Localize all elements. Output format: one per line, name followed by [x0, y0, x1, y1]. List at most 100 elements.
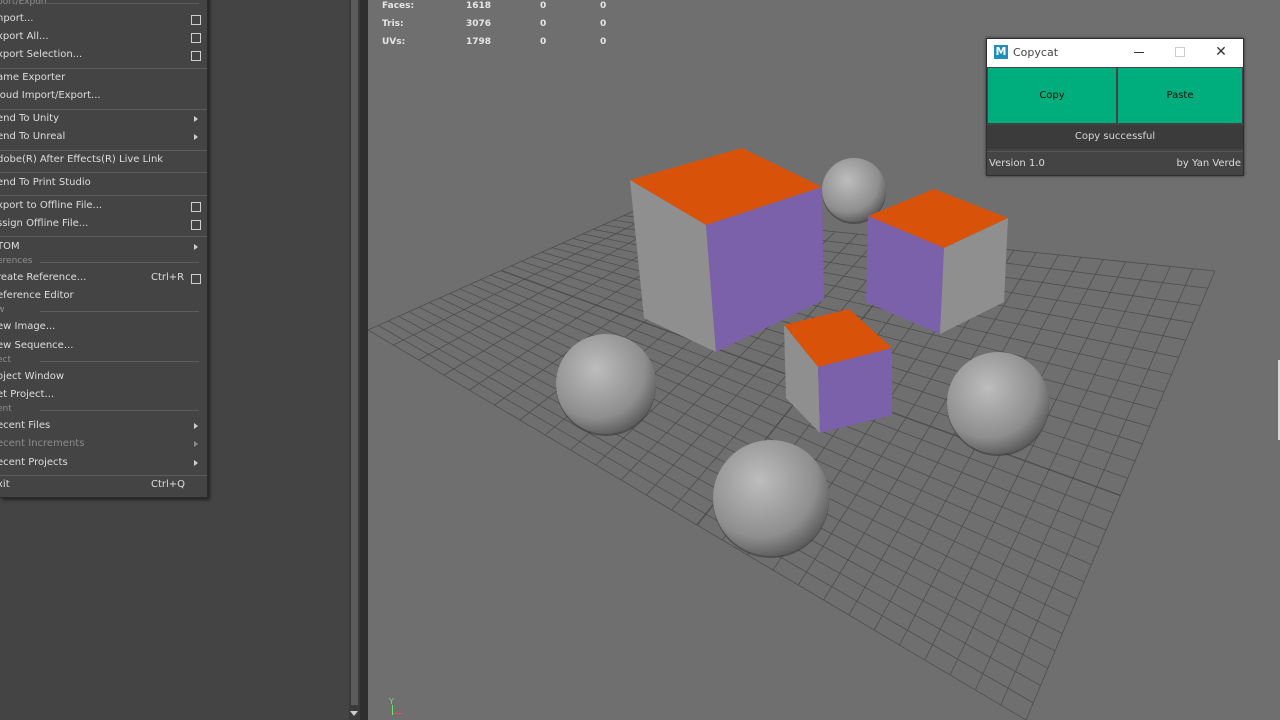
- menu-item[interactable]: et Project...: [0, 387, 207, 405]
- menu-item-label: ew Image...: [0, 321, 56, 333]
- menu-item[interactable]: ew Image...: [0, 319, 207, 337]
- menu-item[interactable]: xport Selection...: [0, 47, 207, 65]
- hud-value: 3076: [466, 19, 492, 29]
- menu-item[interactable]: xit Ctrl+Q: [0, 477, 207, 495]
- menu-item-label: nport...: [0, 13, 34, 24]
- menu-item[interactable]: oject Window: [0, 369, 207, 387]
- scrollbar-thumb[interactable]: [351, 0, 358, 705]
- status-bar: Copy successful: [987, 125, 1243, 149]
- option-box-icon[interactable]: [191, 220, 201, 230]
- hud-value: 1798: [466, 37, 492, 47]
- menu-item[interactable]: end To Unreal: [0, 129, 207, 147]
- section-label: w: [0, 305, 5, 316]
- close-icon[interactable]: ✕: [1201, 39, 1241, 67]
- menu-section-header: ect: [0, 355, 207, 366]
- menu-item[interactable]: ecent Files: [0, 418, 207, 436]
- paste-button[interactable]: Paste: [1118, 68, 1242, 123]
- grid-line: [1000, 268, 1194, 706]
- menu-item[interactable]: eference Editor: [0, 288, 207, 306]
- menu-item[interactable]: dobe(R) After Effects(R) Live Link: [0, 152, 207, 170]
- sphere: [556, 334, 656, 434]
- menu-item[interactable]: ame Exporter: [0, 70, 207, 88]
- menu-shortcut: Ctrl+Q: [151, 479, 186, 491]
- menu-item[interactable]: xport All...: [0, 29, 207, 47]
- menu-item-label: eference Editor: [0, 290, 74, 302]
- option-box-icon[interactable]: [191, 201, 201, 212]
- hud-value: 0: [540, 37, 547, 47]
- menu-item[interactable]: nport...: [0, 11, 207, 29]
- sphere: [822, 158, 886, 222]
- option-box-icon[interactable]: [191, 15, 201, 25]
- hud-value: 0: [600, 37, 607, 47]
- option-box-icon[interactable]: [191, 51, 201, 62]
- menu-item[interactable]: ew Sequence...: [0, 338, 207, 356]
- submenu-arrow-icon: [194, 243, 198, 250]
- hud-label: Tris:: [382, 19, 404, 29]
- menu-item-label: ecent Files: [0, 420, 51, 432]
- scroll-down-arrow-icon[interactable]: [350, 711, 358, 716]
- menu-item-label: ecent Projects: [0, 456, 68, 468]
- menu-item[interactable]: ecent Projects: [0, 455, 207, 473]
- submenu-arrow-icon: [194, 134, 198, 141]
- menu-item-label: oject Window: [0, 370, 65, 382]
- menu-item-label: xport to Offline File...: [0, 199, 103, 211]
- menu-item[interactable]: end To Unity: [0, 111, 207, 129]
- menu-item-label: loud Import/Export...: [0, 90, 101, 102]
- menu-separator: [0, 108, 207, 110]
- menu-section-header: port/Export: [0, 0, 207, 8]
- file-menu: port/Export nport... xport All... xport Sel…: [0, 0, 208, 498]
- grid-line: [975, 266, 1171, 691]
- copycat-titlebar[interactable]: M Copycat ✕: [987, 39, 1243, 67]
- menu-separator: [0, 236, 207, 238]
- left-scrollbar[interactable]: [349, 0, 360, 720]
- menu-item-label: xport All...: [0, 31, 49, 43]
- menu-item-label: et Project...: [0, 389, 55, 400]
- menu-item[interactable]: ssign Offline File...: [0, 216, 207, 234]
- hud-label: UVs:: [382, 37, 406, 47]
- window-title: Copycat: [1013, 46, 1059, 59]
- section-divider: [40, 360, 199, 362]
- hud-value: 0: [540, 1, 547, 11]
- menu-section-header: erences: [0, 256, 207, 267]
- section-divider: [40, 262, 199, 263]
- menu-item-label: xport Selection...: [0, 49, 83, 61]
- menu-item[interactable]: end To Print Studio: [0, 175, 207, 193]
- menu-item[interactable]: reate Reference... Ctrl+R: [0, 270, 207, 288]
- minimize-icon[interactable]: [1117, 39, 1157, 67]
- menu-item-label: reate Reference...: [0, 272, 87, 283]
- hud-label: Faces:: [382, 1, 415, 11]
- hud-row: Tris: 3076 0 0: [382, 19, 642, 33]
- hud-row: Faces: 1618 0 0: [382, 1, 642, 15]
- status-message: Copy successful: [1074, 131, 1156, 142]
- sphere: [713, 440, 829, 556]
- copy-button[interactable]: Copy: [988, 68, 1116, 123]
- menu-item-label: ecent Increments: [0, 438, 85, 450]
- menu-item-label: end To Unreal: [0, 131, 66, 143]
- menu-separator: [0, 149, 207, 151]
- grid-line: [949, 263, 1149, 676]
- menu-separator: [0, 172, 207, 174]
- hud-value: 0: [540, 19, 547, 29]
- option-box-icon[interactable]: [191, 274, 201, 284]
- axis-gizmo-x: [393, 713, 403, 714]
- hud-value: 0: [600, 19, 607, 29]
- copycat-window: M Copycat ✕ Copy Paste Copy successful V…: [986, 38, 1244, 176]
- menu-separator: [0, 474, 207, 476]
- menu-item[interactable]: loud Import/Export...: [0, 88, 207, 106]
- option-box-icon[interactable]: [191, 33, 201, 44]
- submenu-arrow-icon: [194, 116, 198, 123]
- menu-section-header: ent: [0, 404, 207, 415]
- section-label: erences: [0, 256, 33, 266]
- menu-item-label: xit: [0, 479, 10, 491]
- grid-line: [368, 329, 1027, 720]
- sphere: [947, 352, 1049, 454]
- panel-divider[interactable]: [360, 0, 368, 720]
- menu-item-label: end To Unity: [0, 113, 59, 125]
- menu-item[interactable]: xport to Offline File...: [0, 198, 207, 216]
- menu-item-label: dobe(R) After Effects(R) Live Link: [0, 154, 164, 166]
- menu-item[interactable]: TOM: [0, 239, 207, 257]
- section-divider: [40, 410, 199, 412]
- submenu-arrow-icon: [194, 459, 198, 466]
- maximize-icon[interactable]: [1159, 39, 1199, 67]
- submenu-arrow-icon: [194, 423, 198, 430]
